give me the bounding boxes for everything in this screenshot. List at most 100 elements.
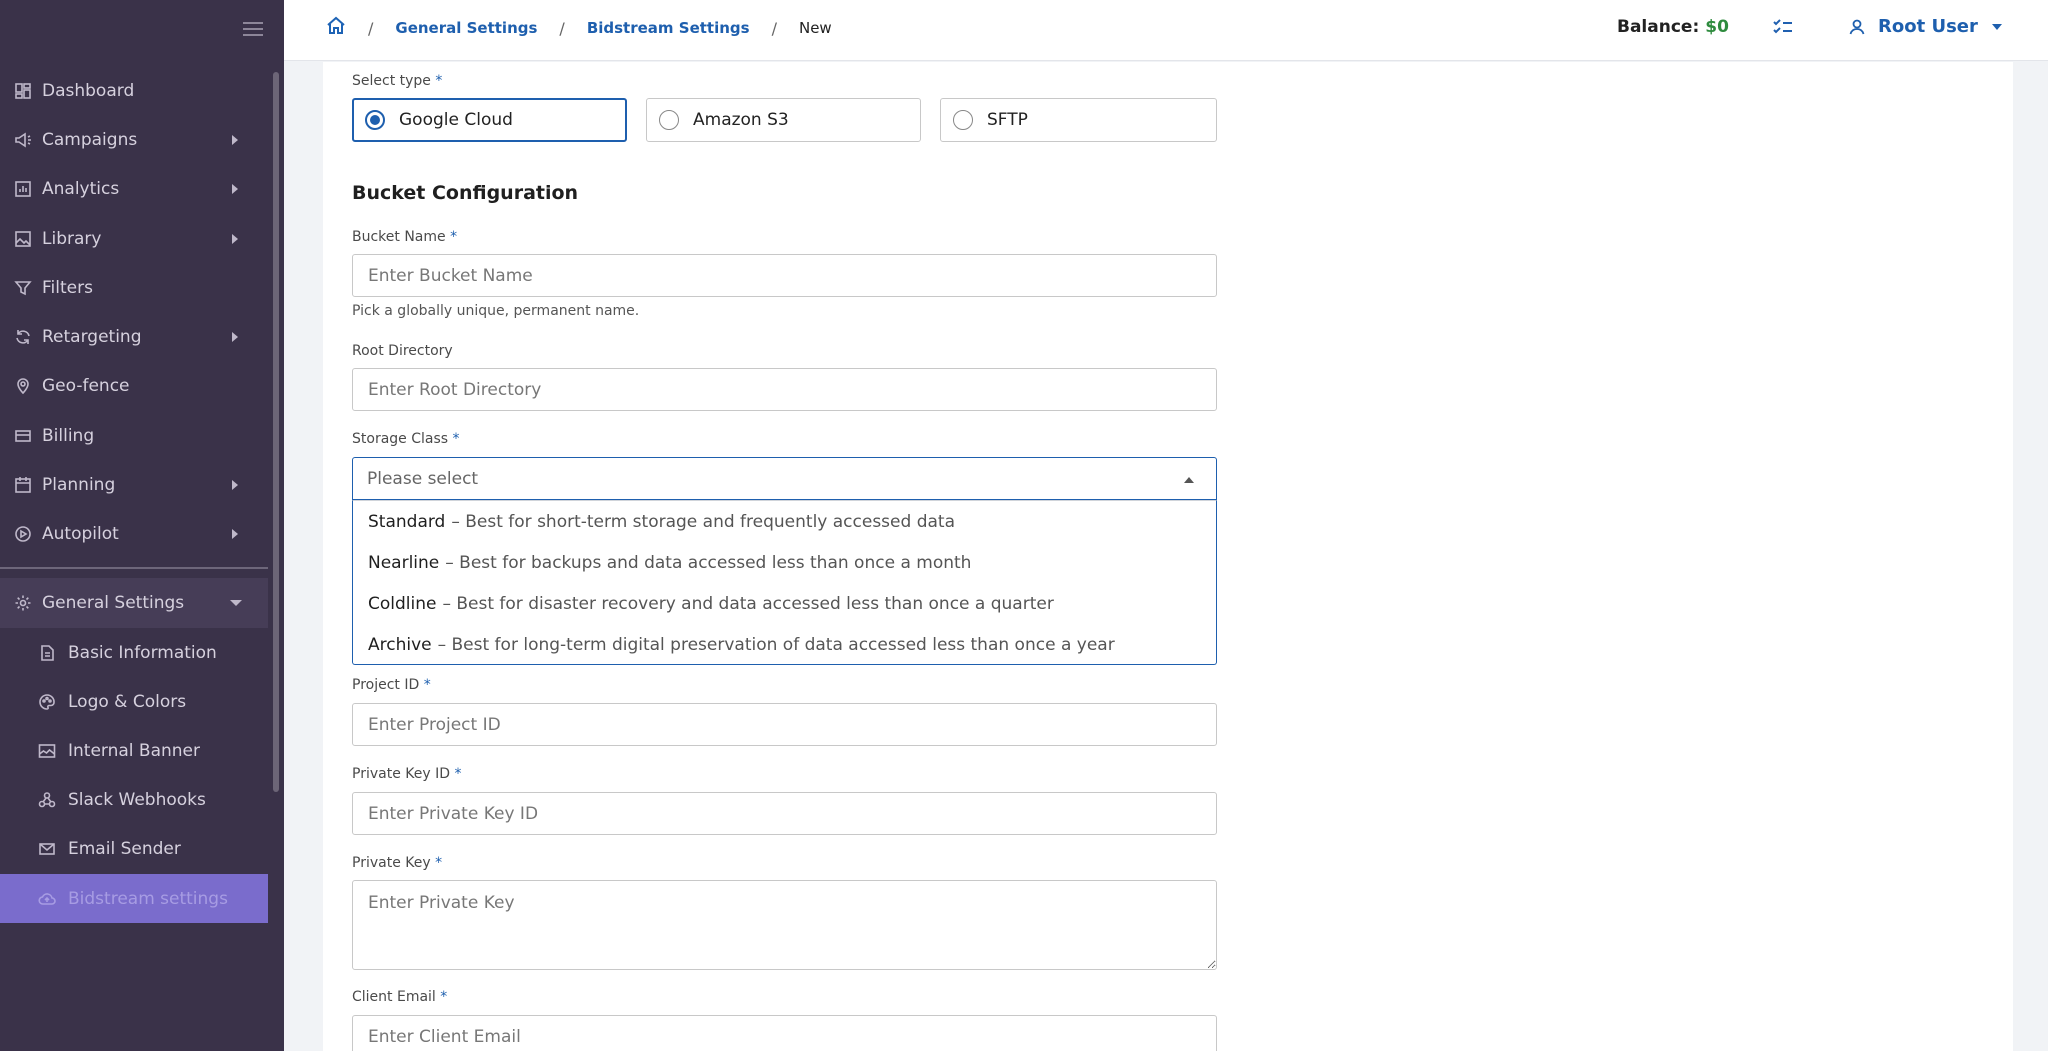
balance-value: $0: [1705, 17, 1729, 37]
sidebar-nav: Dashboard Campaigns Analytics Library Fi…: [0, 66, 268, 559]
breadcrumb-separator: /: [559, 18, 565, 38]
storage-option-standard[interactable]: Standard – Best for short-term storage an…: [353, 501, 1216, 542]
type-option-amazon-s3[interactable]: Amazon S3: [646, 98, 921, 142]
sidebar-item-campaigns[interactable]: Campaigns: [0, 115, 268, 164]
sidebar-item-slack-webhooks[interactable]: Slack Webhooks: [0, 776, 268, 825]
sidebar-item-billing[interactable]: Billing: [0, 411, 268, 460]
sidebar-item-planning[interactable]: Planning: [0, 460, 268, 509]
sidebar-item-general-settings[interactable]: General Settings: [0, 578, 268, 628]
filter-icon: [14, 279, 32, 297]
type-option-google-cloud[interactable]: Google Cloud: [352, 98, 627, 142]
bucket-name-label: Bucket Name *: [352, 229, 458, 245]
sidebar-item-email-sender[interactable]: Email Sender: [0, 825, 268, 874]
map-pin-icon: [14, 377, 32, 395]
sidebar-item-geo-fence[interactable]: Geo-fence: [0, 362, 268, 411]
sidebar-item-basic-information[interactable]: Basic Information: [0, 628, 268, 677]
sidebar-item-filters[interactable]: Filters: [0, 263, 268, 312]
type-option-sftp[interactable]: SFTP: [940, 98, 1217, 142]
breadcrumb-separator: /: [771, 18, 777, 38]
chevron-right-icon: [232, 332, 238, 343]
user-menu[interactable]: Root User: [1848, 16, 2002, 37]
sidebar-item-label: Analytics: [42, 179, 120, 200]
bar-chart-icon: [14, 180, 32, 198]
sidebar-item-label: Library: [42, 228, 102, 249]
caret-down-icon: [1991, 23, 2002, 30]
private-key-label: Private Key *: [352, 855, 443, 871]
private-key-textarea[interactable]: [352, 880, 1217, 970]
bidstream-form-card: Select type * Google Cloud Amazon S3 SFT…: [323, 62, 2013, 1051]
sidebar-item-label: Email Sender: [68, 839, 181, 860]
sidebar-item-logo-colors[interactable]: Logo & Colors: [0, 677, 268, 726]
private-key-id-input[interactable]: [352, 792, 1217, 835]
breadcrumb: / General Settings / Bidstream Settings …: [326, 16, 832, 40]
calendar-icon: [14, 476, 32, 494]
sidebar-item-label: Slack Webhooks: [68, 790, 206, 811]
sidebar-item-retargeting[interactable]: Retargeting: [0, 312, 268, 361]
client-email-input[interactable]: [352, 1015, 1217, 1051]
storage-class-placeholder: Please select: [367, 468, 479, 489]
storage-class-label: Storage Class *: [352, 431, 460, 447]
sidebar-item-label: Retargeting: [42, 327, 142, 348]
type-option-label: Google Cloud: [399, 110, 513, 130]
bucket-name-input[interactable]: [352, 254, 1217, 297]
sidebar-item-label: Bidstream settings: [68, 888, 228, 909]
user-icon: [1848, 18, 1866, 36]
storage-option-archive[interactable]: Archive – Best for long-term digital pres…: [353, 624, 1216, 665]
chevron-up-icon: [1184, 477, 1194, 483]
sidebar-item-bidstream-settings[interactable]: Bidstream settings: [0, 873, 268, 924]
sidebar-item-label: Internal Banner: [68, 740, 200, 761]
root-directory-input[interactable]: [352, 368, 1217, 411]
balance: Balance: $0: [1617, 17, 1729, 37]
section-title: Bucket Configuration: [352, 182, 579, 204]
sidebar-item-label: Logo & Colors: [68, 691, 187, 712]
type-option-label: SFTP: [987, 110, 1028, 130]
webhook-icon: [38, 791, 56, 809]
menu-toggle-icon[interactable]: [243, 22, 263, 38]
gear-icon: [14, 594, 32, 612]
storage-option-nearline[interactable]: Nearline – Best for backups and data acce…: [353, 542, 1216, 583]
palette-icon: [38, 693, 56, 711]
root-directory-label: Root Directory: [352, 343, 453, 359]
document-icon: [38, 644, 56, 662]
sidebar-item-label: Planning: [42, 475, 116, 496]
sidebar-item-label: Dashboard: [42, 80, 135, 101]
image-icon: [14, 230, 32, 248]
radio-unselected[interactable]: [659, 110, 679, 130]
balance-label: Balance:: [1617, 17, 1700, 37]
storage-class-select[interactable]: Please select: [352, 457, 1217, 500]
project-id-input[interactable]: [352, 703, 1217, 746]
breadcrumb-separator: /: [368, 18, 374, 38]
sidebar-item-internal-banner[interactable]: Internal Banner: [0, 726, 268, 775]
sidebar-item-analytics[interactable]: Analytics: [0, 165, 268, 214]
sidebar-item-library[interactable]: Library: [0, 214, 268, 263]
sidebar-item-dashboard[interactable]: Dashboard: [0, 66, 268, 115]
chevron-right-icon: [232, 184, 238, 195]
sidebar-item-autopilot[interactable]: Autopilot: [0, 510, 268, 559]
general-settings-submenu: Basic Information Logo & Colors Internal…: [0, 628, 268, 924]
play-circle-icon: [14, 525, 32, 543]
chevron-right-icon: [232, 134, 238, 145]
client-email-label: Client Email *: [352, 989, 448, 1005]
sidebar-item-label: Campaigns: [42, 129, 138, 150]
select-type-label: Select type *: [352, 73, 443, 89]
sidebar-scrollbar[interactable]: [273, 72, 279, 792]
sidebar-item-label: Filters: [42, 277, 93, 298]
mail-icon: [38, 840, 56, 858]
bucket-name-help: Pick a globally unique, permanent name.: [352, 303, 640, 319]
chevron-right-icon: [232, 233, 238, 244]
project-id-label: Project ID *: [352, 677, 431, 693]
chevron-down-icon: [230, 600, 242, 606]
breadcrumb-bidstream-settings[interactable]: Bidstream Settings: [587, 19, 750, 37]
sidebar-item-label: Autopilot: [42, 524, 119, 545]
radio-unselected[interactable]: [953, 110, 973, 130]
user-name: Root User: [1878, 16, 1978, 37]
sidebar-item-label: Geo-fence: [42, 376, 130, 397]
sidebar-item-label: General Settings: [42, 593, 185, 613]
task-list-icon[interactable]: [1772, 17, 1794, 37]
home-icon[interactable]: [326, 16, 346, 40]
breadcrumb-general-settings[interactable]: General Settings: [395, 19, 537, 37]
megaphone-icon: [14, 131, 32, 149]
radio-selected[interactable]: [365, 110, 385, 130]
storage-option-coldline[interactable]: Coldline – Best for disaster recovery and…: [353, 583, 1216, 624]
credit-card-icon: [14, 427, 32, 445]
